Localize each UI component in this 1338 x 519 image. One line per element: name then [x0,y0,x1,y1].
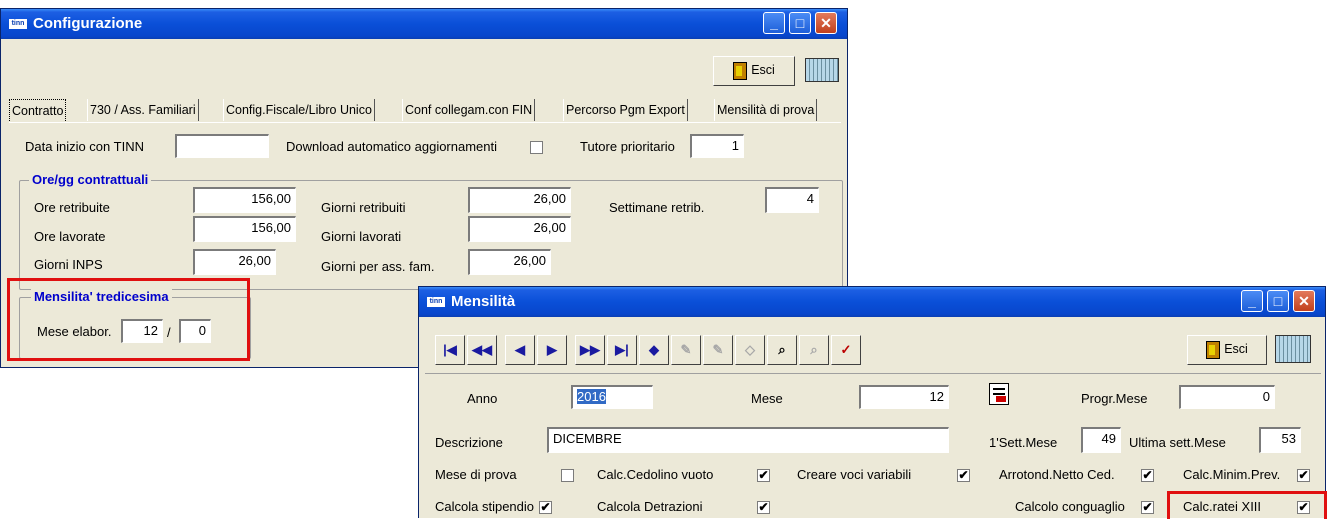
toolbar-separator [425,373,1321,374]
tab-conf-collegam[interactable]: Conf collegam.con FIN [402,99,536,121]
calcola-stipendio-label: Calcola stipendio [435,499,535,514]
delete-icon[interactable]: ◇ [735,335,765,365]
calc-cedolino-checkbox[interactable]: ✔ [757,469,770,482]
next-icon[interactable]: ▶ [537,335,567,365]
giorni-lavorati-label: Giorni lavorati [321,229,402,244]
highlight-tredicesima [7,278,250,361]
download-label: Download automatico aggiornamenti [286,139,498,154]
data-inizio-label: Data inizio con TINN [25,139,144,154]
anno-value: 2016 [577,389,606,404]
tab-percorso[interactable]: Percorso Pgm Export [563,99,688,121]
edit-icon[interactable]: ✎ [671,335,701,365]
tab-config-fiscale[interactable]: Config.Fiscale/Libro Unico [223,99,375,121]
progr-mese-label: Progr.Mese [1081,391,1148,406]
calcola-detrazioni-checkbox[interactable]: ✔ [757,501,770,514]
ultima-sett-field[interactable]: 53 [1259,427,1301,453]
search-next-icon[interactable]: ⌕ [799,335,829,365]
minimize-button[interactable]: _ [1241,290,1263,312]
mese-label: Mese [751,391,783,406]
search-icon[interactable]: ⌕ [767,335,797,365]
exit-icon [733,61,748,80]
mese-prova-label: Mese di prova [435,467,517,482]
ore-retribuite-label: Ore retribuite [34,200,110,215]
calc-minim-label: Calc.Minim.Prev. [1183,467,1281,482]
mensilita-window: tinn Mensilità _ □ ✕ |◀ ◀◀ ◀ ▶ ▶▶ ▶| ◆ ✎… [418,286,1327,519]
tutore-label: Tutore prioritario [580,139,675,154]
calcolo-conguaglio-label: Calcolo conguaglio [1015,499,1125,514]
arrotond-label: Arrotond.Netto Ced. [999,467,1115,482]
ore-lavorate-label: Ore lavorate [34,229,106,244]
giorni-ass-fam-label: Giorni per ass. fam. [321,259,435,274]
next-page-icon[interactable]: ▶▶ [575,335,605,365]
help-book-icon[interactable] [805,58,839,82]
tab-panel-border [9,122,841,123]
mese-field[interactable]: 12 [859,385,949,409]
new-record-icon[interactable]: ◆ [639,335,669,365]
clear-icon[interactable]: ✓ [831,335,861,365]
minimize-button[interactable]: _ [763,12,785,34]
tutore-field[interactable]: 1 [690,134,744,158]
config-titlebar[interactable]: tinn Configurazione _ □ ✕ [1,9,847,39]
maximize-button[interactable]: □ [1267,290,1289,312]
tab-contratto[interactable]: Contratto [9,99,67,123]
exit-label: Esci [751,63,775,77]
highlight-ratei [1167,491,1327,519]
settimane-field[interactable]: 4 [765,187,819,213]
window-title: Mensilità [451,293,516,310]
calcolo-conguaglio-checkbox[interactable]: ✔ [1141,501,1154,514]
prev-page-icon[interactable]: ◀◀ [467,335,497,365]
settimane-label: Settimane retrib. [609,200,705,215]
tab-strip: Contratto 730 / Ass. Familiari Config.Fi… [9,99,841,123]
descrizione-field[interactable]: DICEMBRE [547,427,949,453]
mensilita-titlebar[interactable]: tinn Mensilità _ □ ✕ [419,287,1325,317]
copy-icon[interactable]: ✎ [703,335,733,365]
prev-icon[interactable]: ◀ [505,335,535,365]
ultima-sett-label: Ultima sett.Mese [1129,435,1226,450]
giorni-inps-field[interactable]: 26,00 [193,249,276,275]
tab-mensilita-prova[interactable]: Mensilità di prova [714,99,818,121]
ore-retribuite-field[interactable]: 156,00 [193,187,296,213]
calcola-stipendio-checkbox[interactable]: ✔ [539,501,552,514]
giorni-inps-label: Giorni INPS [34,257,103,272]
tab-730[interactable]: 730 / Ass. Familiari [87,99,199,121]
calcola-detrazioni-label: Calcola Detrazioni [597,499,703,514]
primo-sett-label: 1'Sett.Mese [989,435,1058,450]
giorni-retribuiti-field[interactable]: 26,00 [468,187,571,213]
anno-field[interactable]: 2016 [571,385,653,409]
ore-group-title: Ore/gg contrattuali [29,172,152,187]
close-button[interactable]: ✕ [815,12,837,34]
creare-voci-checkbox[interactable]: ✔ [957,469,970,482]
notepad-icon[interactable] [989,383,1009,405]
exit-label: Esci [1224,342,1248,356]
data-inizio-field[interactable] [175,134,269,158]
first-icon[interactable]: |◀ [435,335,465,365]
app-icon: tinn [427,297,445,307]
calc-minim-checkbox[interactable]: ✔ [1297,469,1310,482]
app-icon: tinn [9,19,27,29]
exit-icon [1206,340,1221,359]
exit-button[interactable]: Esci [713,56,795,86]
maximize-button[interactable]: □ [789,12,811,34]
progr-mese-field[interactable]: 0 [1179,385,1275,409]
mese-prova-checkbox[interactable] [561,469,574,482]
creare-voci-label: Creare voci variabili [797,467,912,482]
help-book-icon[interactable] [1275,335,1311,363]
descrizione-label: Descrizione [435,435,503,450]
last-icon[interactable]: ▶| [607,335,637,365]
ore-lavorate-field[interactable]: 156,00 [193,216,296,242]
close-button[interactable]: ✕ [1293,290,1315,312]
arrotond-checkbox[interactable]: ✔ [1141,469,1154,482]
giorni-ass-fam-field[interactable]: 26,00 [468,249,551,275]
exit-button[interactable]: Esci [1187,335,1267,365]
download-checkbox[interactable] [530,141,543,154]
calc-cedolino-label: Calc.Cedolino vuoto [597,467,714,482]
giorni-retribuiti-label: Giorni retribuiti [321,200,406,215]
anno-label: Anno [467,391,498,406]
giorni-lavorati-field[interactable]: 26,00 [468,216,571,242]
window-title: Configurazione [33,15,143,32]
primo-sett-field[interactable]: 49 [1081,427,1121,453]
